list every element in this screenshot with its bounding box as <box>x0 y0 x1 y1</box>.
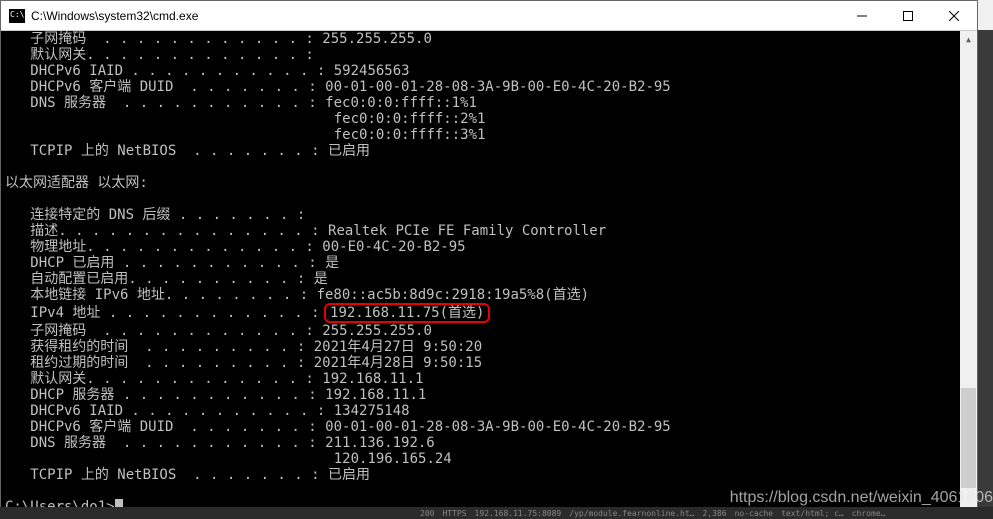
scroll-up-icon[interactable]: ▲ <box>960 31 977 48</box>
output-line: DHCP 服务器 . . . . . . . . . . . : 192.168… <box>5 387 426 403</box>
output-line: fec0:0:0:ffff::2%1 <box>5 111 485 127</box>
window-title: C:\Windows\system32\cmd.exe <box>31 9 839 23</box>
output-line: 默认网关. . . . . . . . . . . . . : 192.168.… <box>5 371 423 387</box>
output-line: TCPIP 上的 NetBIOS . . . . . . . : 已启用 <box>5 143 370 159</box>
output-line: 描述. . . . . . . . . . . . . . . : Realte… <box>5 223 606 239</box>
output-line: 本地链接 IPv6 地址. . . . . . . . : fe80::ac5b… <box>5 287 589 303</box>
background-window-sliver <box>978 30 993 519</box>
output-line: 默认网关. . . . . . . . . . . . . : <box>5 47 322 63</box>
output-line: DHCPv6 客户端 DUID . . . . . . . : 00-01-00… <box>5 419 671 435</box>
output-line: DNS 服务器 . . . . . . . . . . . : fec0:0:0… <box>5 95 477 111</box>
output-line: 获得租约的时间 . . . . . . . . . : 2021年4月27日 9… <box>5 339 482 355</box>
output-line: IPv4 地址 . . . . . . . . . . . . : 192.16… <box>5 305 486 321</box>
devtools-strip: 200HTTPS192.168.11.75:8089/yp/module.fea… <box>0 507 993 519</box>
cmd-window: C:\Windows\system32\cmd.exe 子网掩码 . . . .… <box>0 0 978 519</box>
ipv4-highlight: 192.168.11.75(首选) <box>324 303 490 323</box>
scrollbar-track[interactable] <box>960 48 977 501</box>
output-line: 连接特定的 DNS 后缀 . . . . . . . : <box>5 207 314 223</box>
output-line: DHCPv6 IAID . . . . . . . . . . . : 1342… <box>5 403 410 419</box>
output-line: 自动配置已启用. . . . . . . . . . : 是 <box>5 271 328 287</box>
close-button[interactable] <box>931 1 977 30</box>
cmd-icon <box>9 9 25 23</box>
maximize-button[interactable] <box>885 1 931 30</box>
output-line: 租约过期的时间 . . . . . . . . . : 2021年4月28日 9… <box>5 355 482 371</box>
output-line: 物理地址. . . . . . . . . . . . . : 00-E0-4C… <box>5 239 466 255</box>
scrollbar-thumb[interactable] <box>961 388 976 488</box>
minimize-button[interactable] <box>839 1 885 30</box>
output-line: 子网掩码 . . . . . . . . . . . . : 255.255.2… <box>5 31 432 47</box>
output-line: DHCPv6 IAID . . . . . . . . . . . : 5924… <box>5 63 410 79</box>
titlebar[interactable]: C:\Windows\system32\cmd.exe <box>1 1 977 31</box>
output-line: DNS 服务器 . . . . . . . . . . . : 211.136.… <box>5 435 435 451</box>
output-line: 子网掩码 . . . . . . . . . . . . : 255.255.2… <box>5 323 432 339</box>
vertical-scrollbar[interactable]: ▲ ▼ <box>960 31 977 518</box>
output-line: 120.196.165.24 <box>5 451 452 467</box>
adapter-header: 以太网适配器 以太网: <box>5 175 148 191</box>
output-line: DHCPv6 客户端 DUID . . . . . . . : 00-01-00… <box>5 79 671 95</box>
output-line: DHCP 已启用 . . . . . . . . . . . : 是 <box>5 255 339 271</box>
terminal-output[interactable]: 子网掩码 . . . . . . . . . . . . : 255.255.2… <box>1 31 960 518</box>
output-line: fec0:0:0:ffff::3%1 <box>5 127 485 143</box>
output-line: TCPIP 上的 NetBIOS . . . . . . . : 已启用 <box>5 467 370 483</box>
